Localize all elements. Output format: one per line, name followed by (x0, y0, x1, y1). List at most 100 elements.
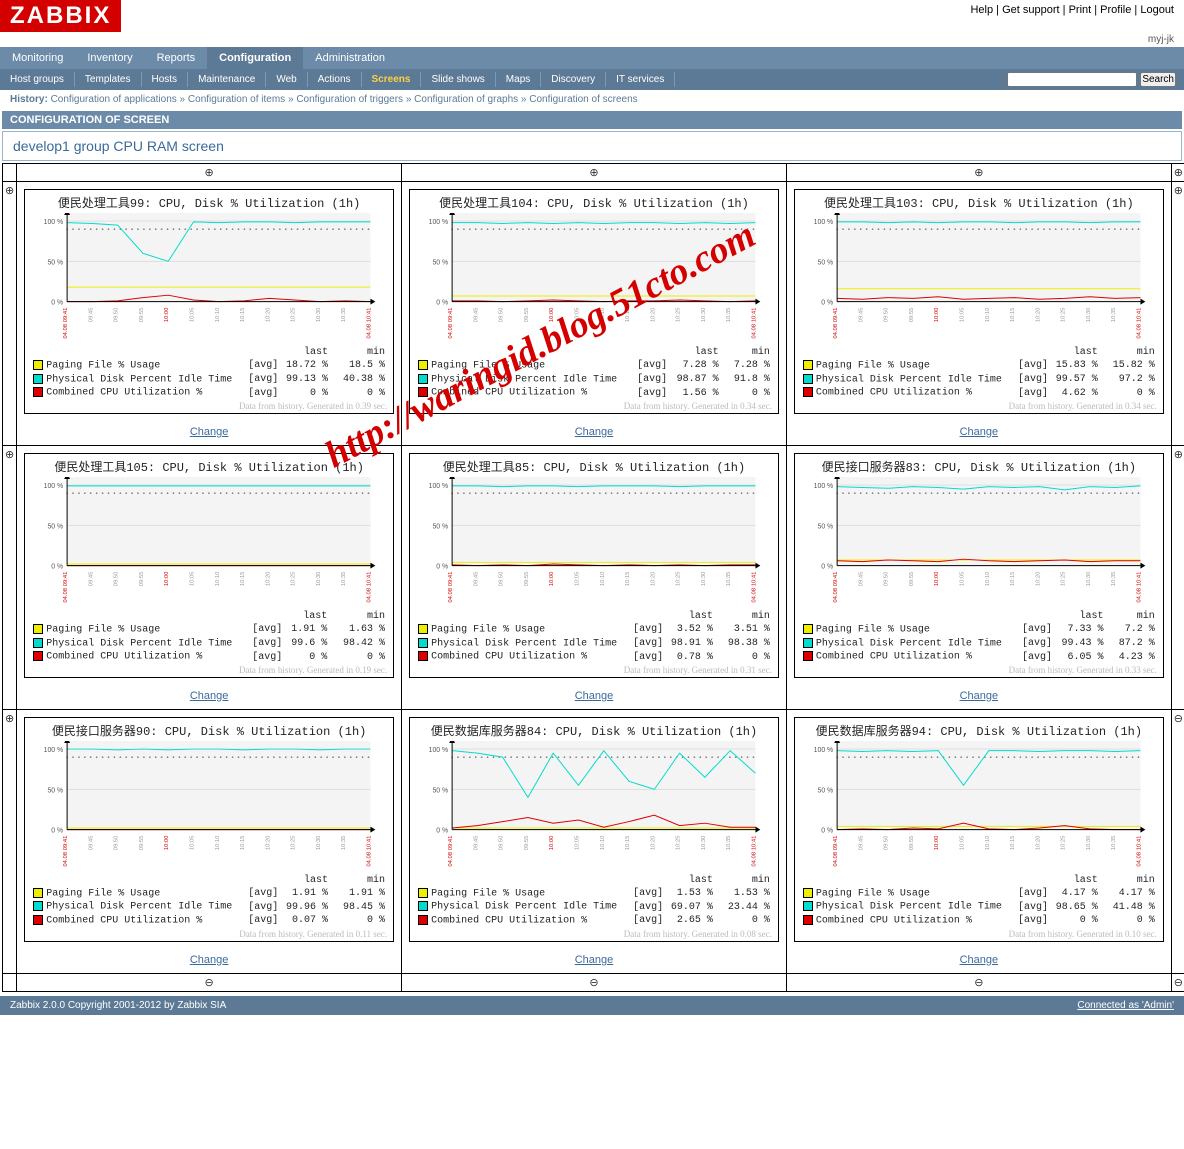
svg-text:10:35: 10:35 (1111, 571, 1117, 586)
svg-text:10:15: 10:15 (240, 835, 246, 850)
remove-column-button[interactable]: ⊖ (17, 973, 402, 991)
svg-text:10:35: 10:35 (726, 835, 732, 850)
add-row-button[interactable]: ⊕ (3, 445, 17, 709)
legend-color-disk (33, 901, 43, 911)
legend-color-disk (803, 638, 813, 648)
screen-title: develop1 group CPU RAM screen (2, 131, 1182, 161)
svg-text:10:35: 10:35 (1111, 307, 1117, 322)
footer-copyright: Zabbix 2.0.0 Copyright 2001-2012 by Zabb… (10, 1000, 226, 1011)
subnav-templates[interactable]: Templates (75, 72, 142, 87)
subnav-host-groups[interactable]: Host groups (0, 72, 75, 87)
change-link[interactable]: Change (18, 948, 400, 972)
add-column-button[interactable]: ⊕ (402, 164, 787, 182)
section-header: CONFIGURATION OF SCREEN (2, 111, 1182, 129)
subnav-web[interactable]: Web (266, 72, 307, 87)
svg-text:100 %: 100 % (429, 483, 449, 490)
svg-text:10:30: 10:30 (316, 571, 322, 586)
svg-text:09:45: 09:45 (858, 307, 864, 322)
svg-text:100 %: 100 % (429, 219, 449, 226)
svg-text:09:50: 09:50 (884, 571, 890, 586)
change-link[interactable]: Change (403, 420, 785, 444)
svg-text:10:25: 10:25 (291, 835, 297, 850)
svg-text:10:35: 10:35 (726, 571, 732, 586)
legend-color-disk (33, 638, 43, 648)
add-row-button[interactable]: ⊕ (1171, 445, 1184, 709)
svg-text:10:00: 10:00 (164, 835, 170, 850)
add-column-button[interactable]: ⊕ (17, 164, 402, 182)
nav-administration[interactable]: Administration (303, 47, 397, 69)
svg-text:10:15: 10:15 (1010, 571, 1016, 586)
change-link[interactable]: Change (788, 420, 1170, 444)
subnav-hosts[interactable]: Hosts (142, 72, 189, 87)
change-link[interactable]: Change (18, 420, 400, 444)
top-link-logout[interactable]: Logout (1140, 4, 1174, 16)
legend-color-cpu (33, 651, 43, 661)
add-row-button[interactable]: ⊕ (3, 182, 17, 446)
generation-note: Data from history. Generated in 0.11 sec… (31, 929, 387, 939)
svg-text:09:55: 09:55 (139, 835, 145, 850)
subnav-screens[interactable]: Screens (362, 72, 422, 87)
legend-color-cpu (418, 387, 428, 397)
svg-text:04.08 09:41: 04.08 09:41 (63, 308, 69, 339)
nav-reports[interactable]: Reports (145, 47, 208, 69)
generation-note: Data from history. Generated in 0.33 sec… (801, 665, 1157, 675)
top-links: Help | Get support | Print | Profile | L… (960, 0, 1184, 20)
svg-text:10:25: 10:25 (1061, 307, 1067, 322)
chart-plot: 0 % 50 % 100 % 04.08 09:4109:4509:5009:5… (801, 213, 1157, 343)
history-link[interactable]: Configuration of graphs (414, 94, 518, 105)
remove-column-button[interactable]: ⊖ (786, 973, 1171, 991)
top-link-print[interactable]: Print (1069, 4, 1092, 16)
change-link[interactable]: Change (403, 684, 785, 708)
subnav-actions[interactable]: Actions (308, 72, 362, 87)
screen-cell: 便民接口服务器90: CPU, Disk % Utilization (1h) … (17, 709, 402, 973)
legend-color-paging (803, 360, 813, 370)
subnav-maps[interactable]: Maps (496, 72, 541, 87)
svg-text:09:50: 09:50 (114, 307, 120, 322)
subnav-slide-shows[interactable]: Slide shows (421, 72, 495, 87)
add-row-button[interactable]: ⊕ (3, 709, 17, 973)
subnav-it-services[interactable]: IT services (606, 72, 675, 87)
svg-text:10:05: 10:05 (190, 571, 196, 586)
svg-text:04.08 09:41: 04.08 09:41 (448, 571, 454, 602)
svg-text:10:00: 10:00 (934, 571, 940, 586)
top-link-get-support[interactable]: Get support (1002, 4, 1059, 16)
history-link[interactable]: Configuration of triggers (296, 94, 403, 105)
subnav-maintenance[interactable]: Maintenance (188, 72, 266, 87)
svg-text:10:15: 10:15 (1010, 307, 1016, 322)
remove-column-button[interactable]: ⊖ (402, 973, 787, 991)
legend-color-disk (33, 374, 43, 384)
change-link[interactable]: Change (788, 684, 1170, 708)
chart-plot: 0 % 50 % 100 % 04.08 09:4109:4509:5009:5… (31, 477, 387, 607)
svg-text:04.08 10:41: 04.08 10:41 (751, 835, 757, 866)
generation-note: Data from history. Generated in 0.31 sec… (416, 665, 772, 675)
history-link[interactable]: Configuration of applications (51, 94, 177, 105)
legend-color-cpu (33, 915, 43, 925)
svg-text:04.08 10:41: 04.08 10:41 (1136, 835, 1142, 866)
nav-inventory[interactable]: Inventory (75, 47, 144, 69)
change-link[interactable]: Change (18, 684, 400, 708)
subnav-discovery[interactable]: Discovery (541, 72, 606, 87)
history-link[interactable]: Configuration of items (188, 94, 285, 105)
add-row-button[interactable]: ⊕ (1171, 182, 1184, 446)
footer-user-link[interactable]: Connected as 'Admin' (1077, 1000, 1174, 1011)
svg-text:10:05: 10:05 (959, 835, 965, 850)
svg-text:09:45: 09:45 (89, 571, 95, 586)
add-column-button[interactable]: ⊕ (786, 164, 1171, 182)
nav-monitoring[interactable]: Monitoring (0, 47, 75, 69)
change-link[interactable]: Change (403, 948, 785, 972)
svg-text:10:15: 10:15 (1010, 835, 1016, 850)
remove-row-button[interactable]: ⊖ (1171, 709, 1184, 973)
remove-row-button[interactable]: ⊖ (1171, 973, 1184, 991)
search-button[interactable] (1140, 72, 1176, 87)
search-input[interactable] (1007, 72, 1137, 87)
add-column-button[interactable]: ⊕ (1171, 164, 1184, 182)
change-link[interactable]: Change (788, 948, 1170, 972)
chart-panel: 便民数据库服务器84: CPU, Disk % Utilization (1h)… (409, 717, 779, 942)
history-link[interactable]: Configuration of screens (529, 94, 637, 105)
svg-text:10:05: 10:05 (190, 307, 196, 322)
top-link-profile[interactable]: Profile (1100, 4, 1131, 16)
nav-configuration[interactable]: Configuration (207, 47, 303, 69)
chart-plot: 0 % 50 % 100 % 04.08 09:4109:4509:5009:5… (31, 213, 387, 343)
chart-panel: 便民接口服务器83: CPU, Disk % Utilization (1h) … (794, 453, 1164, 678)
top-link-help[interactable]: Help (970, 4, 993, 16)
